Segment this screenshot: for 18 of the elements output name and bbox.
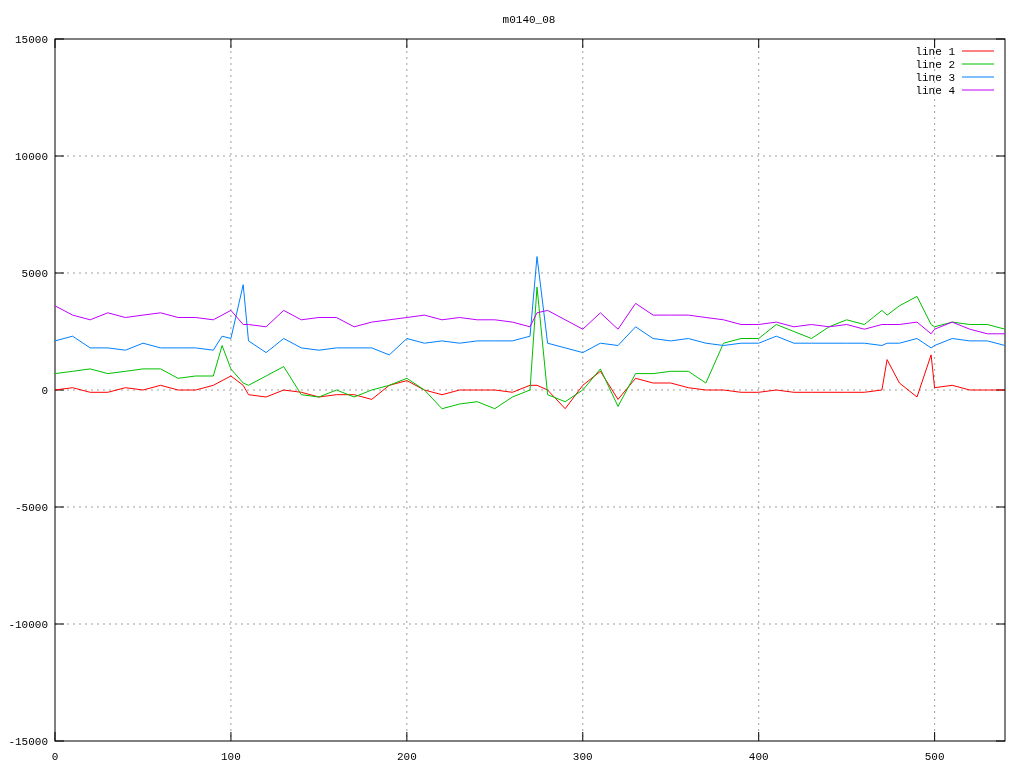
- x-tick-label: 500: [924, 751, 945, 763]
- legend-label: line 2: [915, 59, 955, 71]
- y-tick-label: 0: [41, 385, 48, 397]
- legend-label: line 4: [915, 85, 955, 97]
- y-tick-label: 15000: [15, 34, 48, 46]
- x-tick-label: 0: [51, 751, 59, 763]
- y-tick-label: 5000: [21, 268, 48, 280]
- x-tick-label: 200: [396, 751, 417, 763]
- legend-label: line 1: [915, 46, 955, 58]
- y-tick-label: -15000: [8, 736, 48, 748]
- y-tick-label: -5000: [15, 502, 48, 514]
- x-tick-label: 400: [748, 751, 769, 763]
- y-tick-label: -10000: [8, 619, 48, 631]
- chart-title: m0140_08: [502, 14, 556, 26]
- legend-label: line 3: [915, 72, 955, 84]
- y-tick-label: 10000: [15, 151, 48, 163]
- x-tick-label: 300: [572, 751, 593, 763]
- x-tick-label: 100: [221, 751, 241, 763]
